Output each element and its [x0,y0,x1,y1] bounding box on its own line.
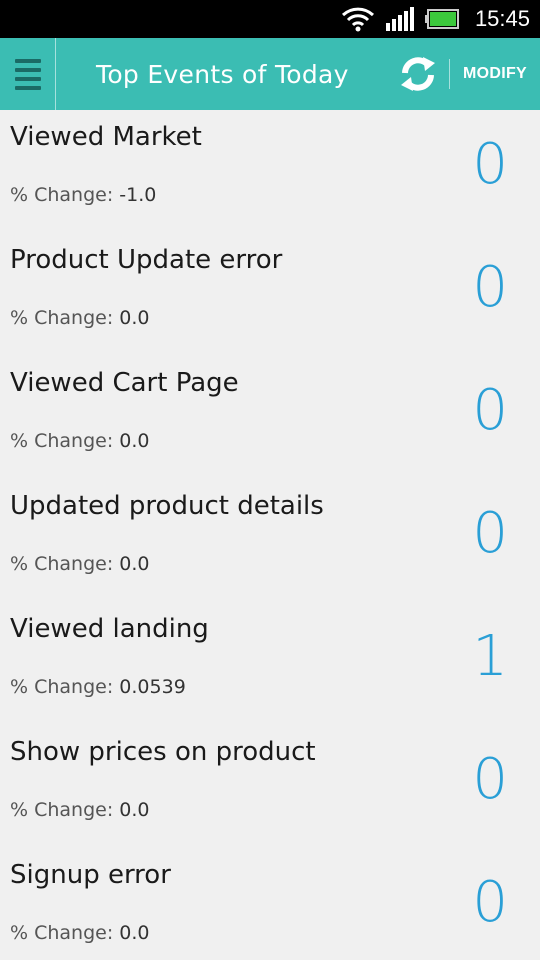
change-value: 0.0 [119,799,150,821]
event-count: 0 [472,255,508,320]
modify-button[interactable]: MODIFY [450,65,540,83]
event-change: % Change: 0.0 [10,922,150,944]
event-change: % Change: 0.0 [10,553,150,575]
event-list: Viewed Market % Change: -1.0 0 Product U… [0,110,540,960]
event-name: Viewed Market [10,122,202,152]
menu-button[interactable] [0,38,56,110]
change-label: % Change: [10,307,114,329]
event-name: Signup error [10,860,171,890]
event-change: % Change: -1.0 [10,184,156,206]
change-value: 0.0 [119,922,150,944]
list-item[interactable]: Updated product details % Change: 0.0 0 [0,479,540,602]
event-name: Viewed Cart Page [10,368,239,398]
event-name: Updated product details [10,491,324,521]
change-label: % Change: [10,922,114,944]
event-count: 0 [472,870,508,935]
event-change: % Change: 0.0 [10,430,150,452]
event-change: % Change: 0.0539 [10,676,186,698]
list-item[interactable]: Viewed landing % Change: 0.0539 1 [0,602,540,725]
change-label: % Change: [10,799,114,821]
event-count: 0 [472,378,508,443]
event-count: 0 [472,747,508,812]
change-label: % Change: [10,430,114,452]
signal-icon [385,7,414,31]
change-value: 0.0 [119,430,150,452]
event-count: 0 [472,132,508,197]
change-value: 0.0 [119,307,150,329]
status-bar: 15:45 [0,0,540,38]
event-change: % Change: 0.0 [10,799,150,821]
event-change: % Change: 0.0 [10,307,150,329]
list-item[interactable]: Product Update error % Change: 0.0 0 [0,233,540,356]
refresh-icon [401,57,435,91]
event-count: 0 [472,501,508,566]
list-item[interactable]: Signup error % Change: 0.0 0 [0,848,540,960]
event-name: Viewed landing [10,614,209,644]
clock: 15:45 [474,6,530,31]
refresh-button[interactable] [387,38,449,110]
battery-icon [424,9,459,29]
event-name: Show prices on product [10,737,316,767]
change-value: -1.0 [119,184,157,206]
action-bar: Top Events of Today MODIFY [0,38,540,110]
page-title: Top Events of Today [96,59,349,89]
change-label: % Change: [10,184,114,206]
wifi-icon [341,7,374,32]
change-value: 0.0 [119,553,150,575]
change-label: % Change: [10,676,114,698]
list-item[interactable]: Viewed Cart Page % Change: 0.0 0 [0,356,540,479]
list-item[interactable]: Show prices on product % Change: 0.0 0 [0,725,540,848]
event-count: 1 [472,624,508,689]
menu-icon [14,58,41,90]
change-value: 0.0539 [119,676,186,698]
event-name: Product Update error [10,245,283,275]
change-label: % Change: [10,553,114,575]
list-item[interactable]: Viewed Market % Change: -1.0 0 [0,110,540,233]
